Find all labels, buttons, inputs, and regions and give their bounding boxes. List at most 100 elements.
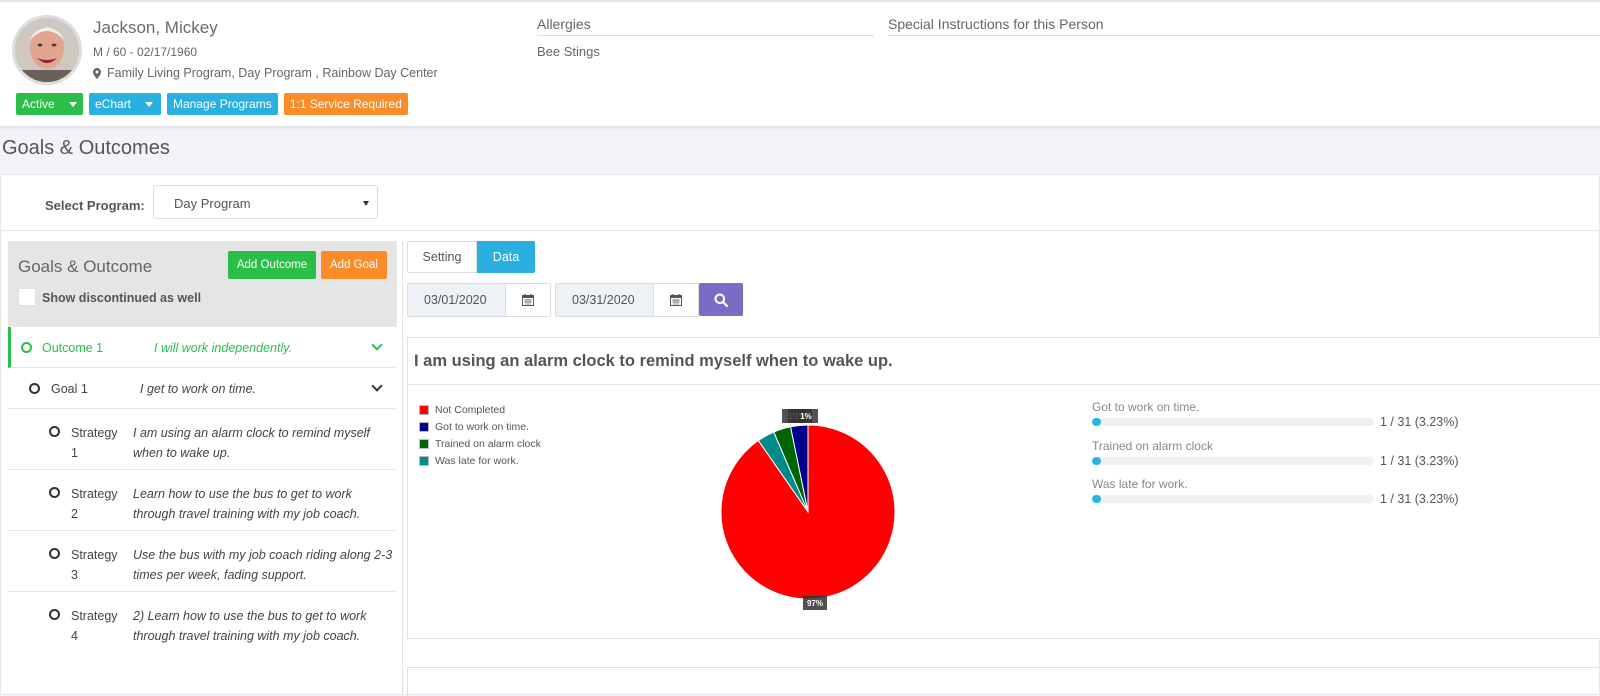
circle-icon xyxy=(21,342,32,353)
strategy-label: Strategy 3 xyxy=(71,548,118,582)
show-discontinued-label: Show discontinued as well xyxy=(42,291,202,305)
strategy-row[interactable]: Strategy 4 2) Learn how to use the bus t… xyxy=(8,592,397,653)
stat-row: Was late for work. 1 / 31 (3.23%) xyxy=(1092,475,1492,514)
chart-legend: Not Completed Got to work on time. Trained… xyxy=(419,401,541,469)
next-chart-panel xyxy=(407,667,1600,696)
strategy-row[interactable]: Strategy 1 I am using an alarm clock to … xyxy=(8,409,397,470)
service-required-badge[interactable]: 1:1 Service Required xyxy=(283,93,408,115)
stat-row: Got to work on time. 1 / 31 (3.23%) xyxy=(1092,398,1492,437)
strategy-row[interactable]: Strategy 3 Use the bus with my job coach… xyxy=(8,531,397,592)
add-goal-button[interactable]: Add Goal xyxy=(321,251,387,279)
legend-item: Got to work on time. xyxy=(419,418,541,435)
stat-progress-bar xyxy=(1092,495,1374,503)
show-discontinued-checkbox[interactable] xyxy=(18,288,36,306)
legend-swatch xyxy=(419,455,429,466)
page-title: Goals & Outcomes xyxy=(2,137,170,159)
legend-label: Not Completed xyxy=(435,403,506,416)
chevron-down-icon[interactable] xyxy=(371,380,383,392)
goal-label: Goal 1 xyxy=(51,382,88,396)
search-button[interactable] xyxy=(699,283,743,316)
calendar-icon xyxy=(670,294,682,306)
data-label: 1% xyxy=(794,409,818,423)
chevron-down-icon[interactable] xyxy=(371,339,383,351)
status-dropdown-button[interactable]: Active xyxy=(16,93,83,115)
strategy-text: 2) Learn how to use the bus to get to wo… xyxy=(133,609,367,643)
add-outcome-button[interactable]: Add Outcome xyxy=(228,251,316,279)
circle-icon xyxy=(29,383,40,394)
chart-title: I am using an alarm clock to remind myse… xyxy=(414,352,893,370)
header-button-row: Active eChart Manage Programs 1:1 Servic… xyxy=(16,93,408,115)
circle-icon xyxy=(49,426,60,437)
data-label-text: 97% xyxy=(807,599,823,608)
outcome-tree: Outcome 1 I will work independently. Goa… xyxy=(8,327,397,653)
echart-dropdown-button[interactable]: eChart xyxy=(89,93,161,115)
view-tabs: Setting Data xyxy=(407,241,535,273)
stat-name: Was late for work. xyxy=(1092,477,1188,491)
location-text: Family Living Program, Day Program , Rai… xyxy=(107,66,438,80)
strategy-text: I am using an alarm clock to remind myse… xyxy=(133,426,370,460)
avatar[interactable] xyxy=(12,15,82,85)
divider xyxy=(1,230,1600,231)
panel-divider xyxy=(402,241,403,696)
goals-outcome-title: Goals & Outcome xyxy=(18,257,153,276)
strategy-row[interactable]: Strategy 2 Learn how to use the bus to g… xyxy=(8,470,397,531)
goal-row[interactable]: Goal 1 I get to work on time. xyxy=(8,368,397,409)
manage-programs-button[interactable]: Manage Programs xyxy=(167,93,278,115)
status-label: Active xyxy=(22,97,55,111)
stat-progress-bar xyxy=(1092,418,1374,426)
legend-swatch xyxy=(419,421,429,432)
tab-data[interactable]: Data xyxy=(477,241,535,273)
stat-value: 1 / 31 (3.23%) xyxy=(1380,453,1459,468)
goal-text: I get to work on time. xyxy=(140,382,257,396)
outcome-label: Outcome 1 xyxy=(42,341,104,355)
stat-progress-bar xyxy=(1092,456,1374,465)
to-date-group: 03/31/2020 xyxy=(555,283,699,317)
select-arrow-icon xyxy=(363,201,369,206)
divider xyxy=(408,384,1600,385)
outcome-text: I will work independently. xyxy=(154,341,293,355)
circle-icon xyxy=(49,487,60,498)
strategy-label: Strategy 1 xyxy=(71,426,118,460)
stats-list: Got to work on time. 1 / 31 (3.23%) Trai… xyxy=(1092,398,1492,514)
pie-slice[interactable] xyxy=(720,424,896,600)
outcome-row[interactable]: Outcome 1 I will work independently. xyxy=(8,327,397,368)
goals-outcome-panel: Goals & Outcome Add Outcome Add Goal Sho… xyxy=(8,241,397,696)
stat-progress-fill xyxy=(1092,495,1102,503)
tab-setting[interactable]: Setting xyxy=(407,241,477,273)
from-calendar-button[interactable] xyxy=(505,284,550,316)
strategy-label: Strategy 4 xyxy=(71,609,118,643)
legend-label: Was late for work. xyxy=(435,454,519,467)
circle-icon xyxy=(49,609,60,620)
from-date-group: 03/01/2020 xyxy=(407,283,551,317)
legend-swatch xyxy=(419,438,429,449)
allergies-value: Bee Stings xyxy=(537,44,600,59)
main-panel: Select Program: Day Program Goals & Outc… xyxy=(0,174,1600,696)
stat-row: Trained on alarm clock 1 / 31 (3.23%) xyxy=(1092,437,1492,476)
strategy-text: Learn how to use the bus to get to work … xyxy=(133,487,361,521)
stat-name: Got to work on time. xyxy=(1092,400,1200,414)
to-date-input[interactable]: 03/31/2020 xyxy=(556,284,653,316)
stat-progress-fill xyxy=(1092,456,1102,465)
pie-chart: 97%1%1%1% xyxy=(720,409,896,610)
stat-progress-fill xyxy=(1092,418,1102,426)
strategy-text: Use the bus with my job coach riding alo… xyxy=(133,548,393,582)
search-icon xyxy=(714,293,728,307)
select-program-label: Select Program: xyxy=(45,198,145,213)
echart-label: eChart xyxy=(95,97,132,111)
legend-item: Trained on alarm clock xyxy=(419,435,541,452)
allergies-heading: Allergies xyxy=(537,16,874,36)
stat-name: Trained on alarm clock xyxy=(1092,438,1213,453)
strategy-label: Strategy 2 xyxy=(71,487,118,521)
person-location: Family Living Program, Day Program , Rai… xyxy=(93,66,438,80)
person-photo-icon xyxy=(15,18,79,82)
from-date-input[interactable]: 03/01/2020 xyxy=(408,284,505,316)
data-label-text: 1% xyxy=(800,412,812,421)
calendar-icon xyxy=(522,294,534,306)
legend-label: Got to work on time. xyxy=(435,420,529,433)
program-select[interactable]: Day Program xyxy=(153,185,378,219)
allergies-section: Allergies Bee Stings xyxy=(537,16,874,59)
to-calendar-button[interactable] xyxy=(653,284,698,316)
stat-value: 1 / 31 (3.23%) xyxy=(1380,415,1459,429)
map-marker-icon xyxy=(93,67,101,79)
legend-item: Was late for work. xyxy=(419,452,541,469)
